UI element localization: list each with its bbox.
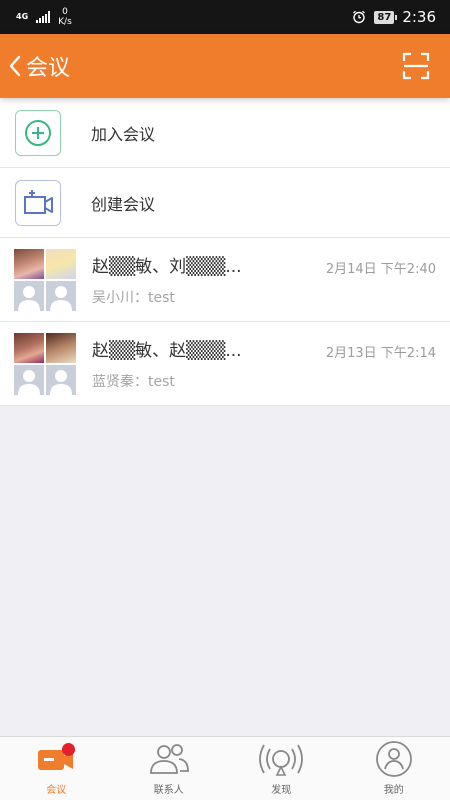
create-meeting-row[interactable]: 创建会议 [0,168,450,238]
clock: 2:36 [402,8,436,26]
tab-contacts[interactable]: 联系人 [113,737,226,800]
meeting-last-message: 吴小川：test [92,290,175,306]
avatar [14,248,44,279]
join-meeting-row[interactable]: 加入会议 [0,98,450,168]
chevron-left-icon [9,55,21,77]
discover-icon [258,739,304,779]
app-header: 会议 [0,34,450,98]
scan-icon[interactable] [402,52,430,80]
plus-circle-icon [15,109,61,156]
alarm-icon [353,10,366,24]
meeting-time: 2月14日 下午2:40 [325,262,436,277]
status-left: 4G 0 K/s [16,7,72,27]
default-avatar-icon [14,280,44,311]
meeting-list: 加入会议 创建会议 赵▒▒敏、刘▒▒▒... 吴小川：test 2月14日 下午… [0,98,450,406]
default-avatar-icon [14,364,44,395]
status-bar: 4G 0 K/s 87 2:36 [0,0,450,34]
status-right: 87 2:36 [352,8,436,26]
meeting-time: 2月13日 下午2:14 [325,346,436,361]
profile-icon [371,739,417,779]
list-item[interactable]: 赵▒▒敏、赵▒▒▒... 蓝贤秦：test 2月13日 下午2:14 [0,322,450,406]
tab-profile[interactable]: 我的 [338,737,450,800]
tab-meeting-label: 会议 [46,785,67,796]
back-button[interactable] [0,34,22,98]
avatar [46,248,76,279]
default-avatar-icon [46,364,76,395]
speed-value: 0 [62,7,68,17]
group-avatar [14,248,76,311]
meeting-last-message: 蓝贤秦：test [92,374,175,390]
network-speed: 0 K/s [58,7,72,27]
video-add-icon [15,179,61,226]
contacts-icon [146,739,192,779]
avatar [14,332,44,363]
group-avatar [14,332,76,395]
list-item[interactable]: 赵▒▒敏、刘▒▒▒... 吴小川：test 2月14日 下午2:40 [0,238,450,322]
default-avatar-icon [46,280,76,311]
create-meeting-label: 创建会议 [91,194,156,214]
tab-contacts-label: 联系人 [153,785,184,796]
network-type: 4G [16,12,29,21]
tab-discover[interactable]: 发现 [225,737,338,800]
bottom-nav: 会议 联系人 发现 我的 [0,736,450,800]
tab-meeting[interactable]: 会议 [0,737,113,800]
join-meeting-label: 加入会议 [91,124,156,144]
page-title: 会议 [26,56,71,81]
meeting-icon [33,739,79,779]
speed-unit: K/s [58,17,72,27]
battery-icon: 87 [374,10,398,24]
tab-discover-label: 发现 [271,785,292,796]
signal-icon [36,11,51,23]
avatar [46,332,76,363]
tab-profile-label: 我的 [383,785,404,796]
